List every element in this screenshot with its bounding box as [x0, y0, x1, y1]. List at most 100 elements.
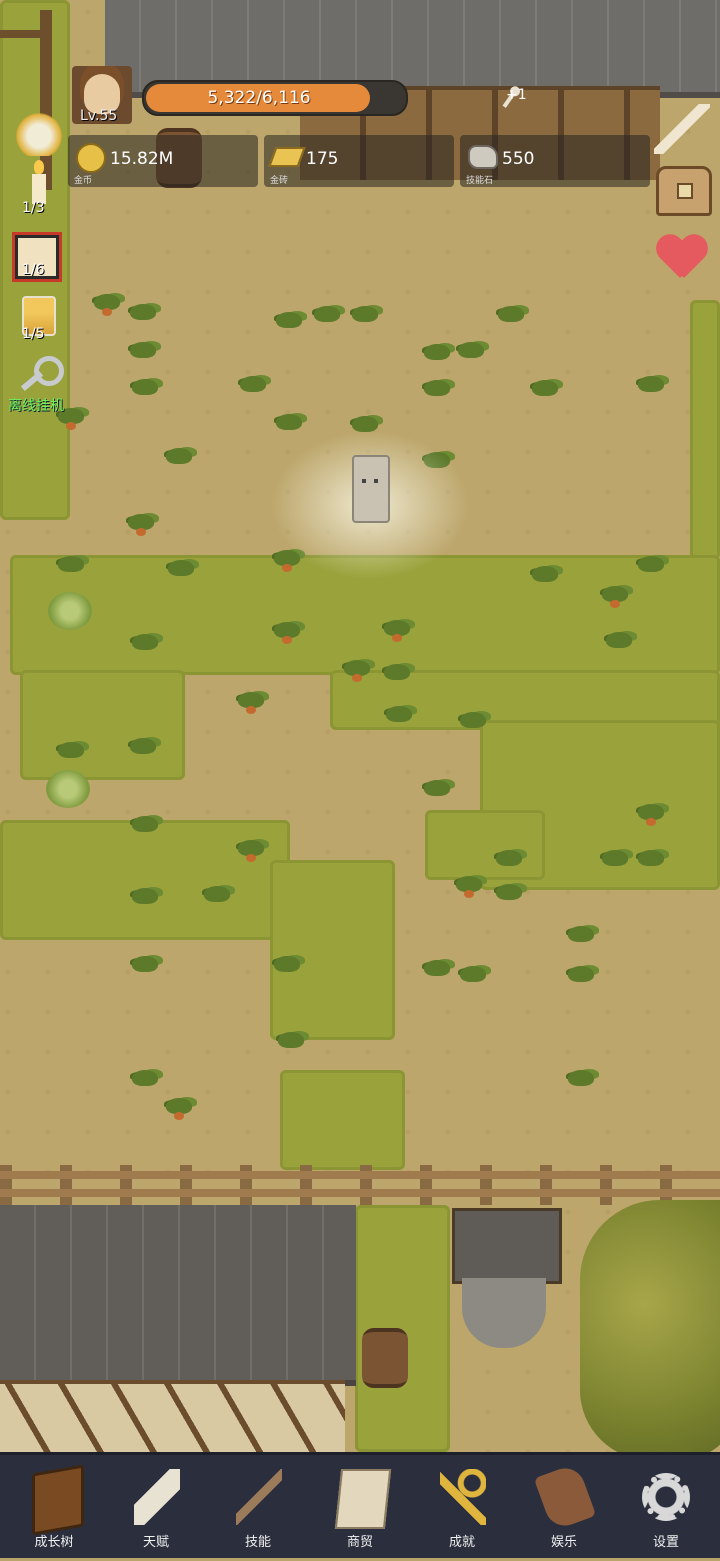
- crop[interactable]: [530, 562, 560, 588]
- crop[interactable]: [382, 660, 412, 686]
- treasure-chest-icon[interactable]: [656, 166, 712, 216]
- gold-caption: 金币: [74, 176, 93, 186]
- crop[interactable]: [494, 880, 524, 906]
- carrot-crop[interactable]: [236, 688, 266, 714]
- crop[interactable]: [130, 375, 160, 401]
- resource-skill-stone[interactable]: 550 技能石: [460, 135, 650, 187]
- crop[interactable]: [456, 338, 486, 364]
- carrot-crop[interactable]: [600, 582, 630, 608]
- crop[interactable]: [636, 552, 666, 578]
- crop[interactable]: [566, 922, 596, 948]
- resource-gold-bar[interactable]: 175 金砖: [264, 135, 454, 187]
- crop[interactable]: [312, 302, 342, 328]
- nav-skills[interactable]: 技能: [212, 1455, 304, 1561]
- nav-label: 设置: [652, 1535, 679, 1550]
- crop[interactable]: [274, 308, 304, 334]
- resource-gold[interactable]: 15.82M 金币: [68, 135, 258, 187]
- gold-bar-caption: 金砖: [270, 176, 289, 186]
- crop[interactable]: [130, 812, 160, 838]
- house-roof: [0, 1205, 356, 1386]
- player-level: Lv.55: [80, 108, 118, 124]
- carrot-crop[interactable]: [636, 800, 666, 826]
- carrot-crop[interactable]: [164, 1094, 194, 1120]
- bottom-nav: 成长树 天赋 技能 商贸 成就 娱乐 设置: [0, 1452, 720, 1558]
- cabbage-crop[interactable]: [48, 592, 92, 630]
- crop[interactable]: [494, 846, 524, 872]
- carrot-crop[interactable]: [342, 656, 372, 682]
- well-roof: [452, 1208, 562, 1284]
- crop[interactable]: [128, 734, 158, 760]
- crop[interactable]: [238, 372, 268, 398]
- scroll-icon: [134, 1469, 180, 1525]
- carrot-crop[interactable]: [92, 290, 122, 316]
- grass-patch: [280, 1070, 405, 1170]
- crown-icon[interactable]: [14, 106, 64, 156]
- crop[interactable]: [422, 340, 452, 366]
- crop[interactable]: [422, 376, 452, 402]
- crop[interactable]: [272, 952, 302, 978]
- gold-value: 15.82M: [110, 149, 174, 169]
- carrot-crop[interactable]: [272, 618, 302, 644]
- crop[interactable]: [636, 372, 666, 398]
- crop[interactable]: [164, 444, 194, 470]
- crop[interactable]: [130, 952, 160, 978]
- carrot-crop[interactable]: [126, 510, 156, 536]
- crop[interactable]: [566, 1066, 596, 1092]
- nav-label: 技能: [244, 1535, 271, 1550]
- crop[interactable]: [604, 628, 634, 654]
- grass-patch: [270, 860, 395, 1040]
- key-icon[interactable]: [14, 350, 64, 400]
- nav-label: 天赋: [142, 1535, 169, 1550]
- nav-talent[interactable]: 天赋: [110, 1455, 202, 1561]
- offline-idle-label[interactable]: 离线挂机: [8, 395, 64, 415]
- wooden-post: [0, 30, 52, 38]
- farm-scene[interactable]: [0, 0, 720, 1452]
- crop[interactable]: [128, 338, 158, 364]
- grass-patch: [425, 810, 545, 880]
- crop[interactable]: [422, 956, 452, 982]
- crop[interactable]: [422, 776, 452, 802]
- crop[interactable]: [384, 702, 414, 728]
- crop[interactable]: [458, 962, 488, 988]
- key-icon: [440, 1469, 486, 1525]
- broom-icon[interactable]: [654, 104, 710, 154]
- crop[interactable]: [56, 738, 86, 764]
- house-wall: [0, 1380, 345, 1452]
- crop[interactable]: [600, 846, 630, 872]
- map-icon: [334, 1469, 392, 1529]
- nav-settings[interactable]: 设置: [620, 1455, 712, 1561]
- crop[interactable]: [56, 552, 86, 578]
- nav-label: 成长树: [34, 1535, 74, 1550]
- crop[interactable]: [276, 1028, 306, 1054]
- crop[interactable]: [130, 630, 160, 656]
- gold-bar-icon: [268, 147, 306, 167]
- nav-growth-tree[interactable]: 成长树: [8, 1455, 100, 1561]
- crop[interactable]: [350, 302, 380, 328]
- crop[interactable]: [458, 708, 488, 734]
- crop[interactable]: [496, 302, 526, 328]
- carrot-crop[interactable]: [454, 872, 484, 898]
- xp-bonus: +1: [506, 87, 527, 103]
- crop[interactable]: [166, 556, 196, 582]
- crop[interactable]: [128, 300, 158, 326]
- xp-bar: 5,322/6,116 +1: [142, 80, 527, 116]
- grass-patch: [20, 670, 185, 780]
- crop[interactable]: [636, 846, 666, 872]
- crop[interactable]: [202, 882, 232, 908]
- nav-trade[interactable]: 商贸: [314, 1455, 406, 1561]
- scarecrow-character[interactable]: [352, 455, 390, 523]
- crop[interactable]: [530, 376, 560, 402]
- carrot-crop[interactable]: [236, 836, 266, 862]
- carrot-crop[interactable]: [382, 616, 412, 642]
- nav-achievements[interactable]: 成就: [416, 1455, 508, 1561]
- crop[interactable]: [130, 1066, 160, 1092]
- nav-entertainment[interactable]: 娱乐: [518, 1455, 610, 1561]
- well-body: [462, 1278, 546, 1348]
- xp-text: 5,322/6,116: [207, 88, 311, 108]
- stone-well[interactable]: [452, 1208, 562, 1348]
- crop[interactable]: [130, 884, 160, 910]
- crop[interactable]: [566, 962, 596, 988]
- wooden-fence: [0, 1165, 720, 1205]
- heart-icon[interactable]: [656, 232, 708, 280]
- cabbage-crop[interactable]: [46, 770, 90, 808]
